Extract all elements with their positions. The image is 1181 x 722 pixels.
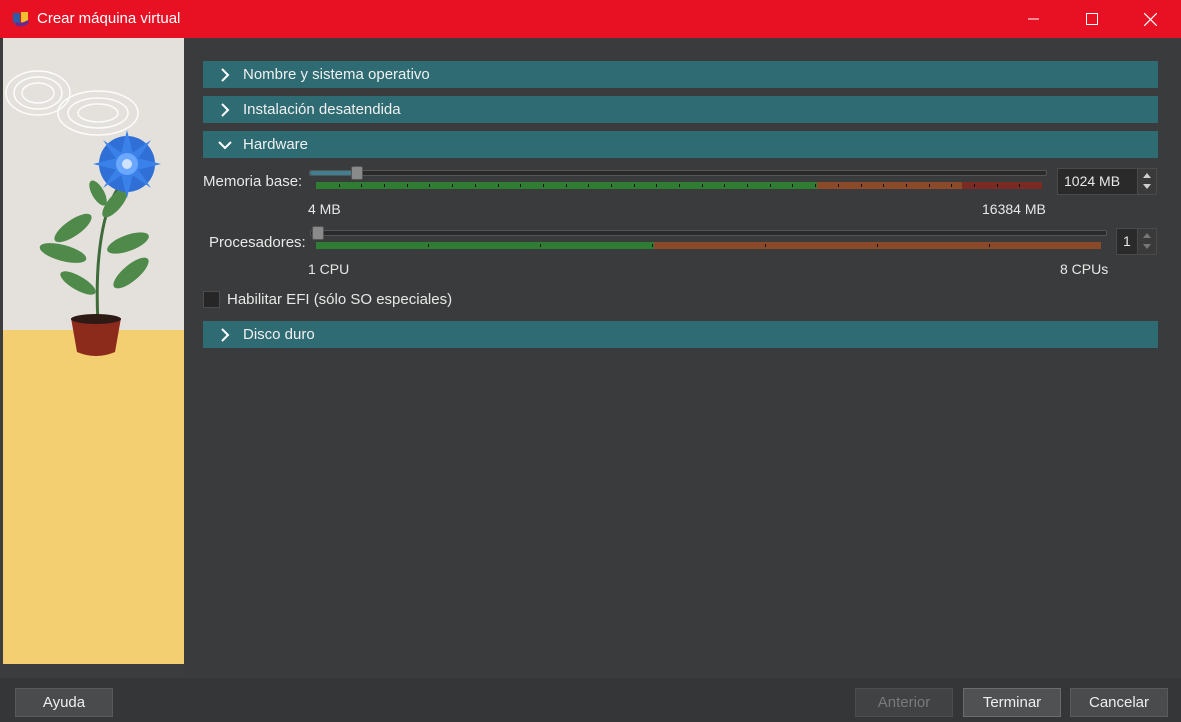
maximize-button[interactable] <box>1063 0 1121 38</box>
scale-tick <box>951 184 953 187</box>
processors-scale-bar <box>316 242 1101 249</box>
scale-tick <box>837 184 839 187</box>
scale-tick <box>429 184 431 187</box>
processors-label: Procesadores: <box>209 234 306 251</box>
window-title: Crear máquina virtual <box>37 10 181 27</box>
close-button[interactable] <box>1121 0 1179 38</box>
scale-tick <box>883 184 885 187</box>
scale-tick <box>406 184 408 187</box>
scale-tick <box>973 184 975 187</box>
scale-tick <box>764 244 766 247</box>
section-unattended[interactable]: Instalación desatendida <box>203 96 1158 123</box>
scale-tick <box>520 184 522 187</box>
memory-slider-fill <box>310 171 356 175</box>
memory-slider[interactable] <box>309 170 1047 176</box>
scale-tick <box>652 244 654 247</box>
memory-slider-handle[interactable] <box>351 166 364 180</box>
processors-decrease-button[interactable] <box>1138 241 1156 253</box>
scale-tick <box>792 184 794 187</box>
memory-label: Memoria base: <box>203 173 303 190</box>
title-bar: Crear máquina virtual <box>0 0 1181 38</box>
section-name-os[interactable]: Nombre y sistema operativo <box>203 61 1158 88</box>
scale-tick <box>338 184 340 187</box>
memory-scale-bar <box>316 182 1042 189</box>
processors-slider-handle[interactable] <box>312 226 324 240</box>
processors-min-label: 1 CPU <box>308 261 350 277</box>
minimize-button[interactable] <box>1005 0 1063 38</box>
scale-tick <box>452 184 454 187</box>
memory-increase-button[interactable] <box>1138 169 1156 181</box>
memory-spinbox[interactable]: 1024 MB <box>1057 168 1157 195</box>
processors-value: 1 <box>1123 233 1131 249</box>
back-button[interactable]: Anterior <box>855 688 953 717</box>
section-hardware[interactable]: Hardware <box>203 131 1158 158</box>
scale-tick <box>633 184 635 187</box>
processors-slider[interactable] <box>310 230 1107 236</box>
scale-tick <box>747 184 749 187</box>
scale-tick <box>815 184 817 187</box>
scale-tick <box>542 184 544 187</box>
finish-button[interactable]: Terminar <box>963 688 1061 717</box>
arrow-up-icon <box>1143 173 1151 178</box>
scale-tick <box>1019 184 1021 187</box>
memory-decrease-button[interactable] <box>1138 181 1156 193</box>
scale-tick <box>905 184 907 187</box>
scale-tick <box>679 184 680 187</box>
scale-tick <box>474 184 476 187</box>
close-icon <box>1143 12 1157 26</box>
maximize-icon <box>1086 13 1098 25</box>
scale-tick <box>428 244 430 247</box>
scale-tick <box>656 184 658 187</box>
scale-tick <box>610 184 612 187</box>
cancel-button[interactable]: Cancelar <box>1070 688 1168 717</box>
efi-checkbox[interactable] <box>203 291 220 308</box>
processors-spinbox[interactable]: 1 <box>1116 228 1157 255</box>
memory-max-label: 16384 MB <box>982 201 1046 217</box>
scale-tick <box>361 184 363 187</box>
scale-tick <box>588 184 590 187</box>
processors-max-label: 8 CPUs <box>1060 261 1109 277</box>
chevron-down-icon <box>218 140 232 149</box>
scale-tick <box>988 244 990 247</box>
section-hardware-label: Hardware <box>243 136 309 153</box>
scale-tick <box>384 184 386 187</box>
wizard-illustration <box>3 38 184 664</box>
scale-tick <box>540 244 542 247</box>
memory-value: 1024 MB <box>1064 173 1121 189</box>
scale-tick <box>565 184 567 187</box>
help-button[interactable]: Ayuda <box>15 688 113 717</box>
section-name-os-label: Nombre y sistema operativo <box>243 66 430 83</box>
memory-min-label: 4 MB <box>308 201 341 217</box>
scale-tick <box>724 184 726 187</box>
scale-tick <box>996 184 998 187</box>
scale-tick <box>497 184 499 187</box>
efi-checkbox-label: Habilitar EFI (sólo SO especiales) <box>227 291 453 308</box>
scale-tick <box>769 184 771 187</box>
scale-tick <box>876 244 878 247</box>
app-logo-icon <box>13 12 29 27</box>
arrow-down-icon <box>1143 244 1151 249</box>
chevron-right-icon <box>221 67 230 82</box>
scale-tick <box>860 184 862 187</box>
section-disk[interactable]: Disco duro <box>203 321 1158 348</box>
scale-tick <box>701 184 703 187</box>
processors-increase-button[interactable] <box>1138 229 1156 241</box>
arrow-down-icon <box>1143 184 1151 189</box>
scale-tick <box>928 184 930 187</box>
chevron-right-icon <box>221 102 230 117</box>
chevron-right-icon <box>221 327 230 342</box>
minimize-icon <box>1028 18 1039 20</box>
arrow-up-icon <box>1143 233 1151 238</box>
section-unattended-label: Instalación desatendida <box>243 101 401 118</box>
section-disk-label: Disco duro <box>243 326 315 343</box>
